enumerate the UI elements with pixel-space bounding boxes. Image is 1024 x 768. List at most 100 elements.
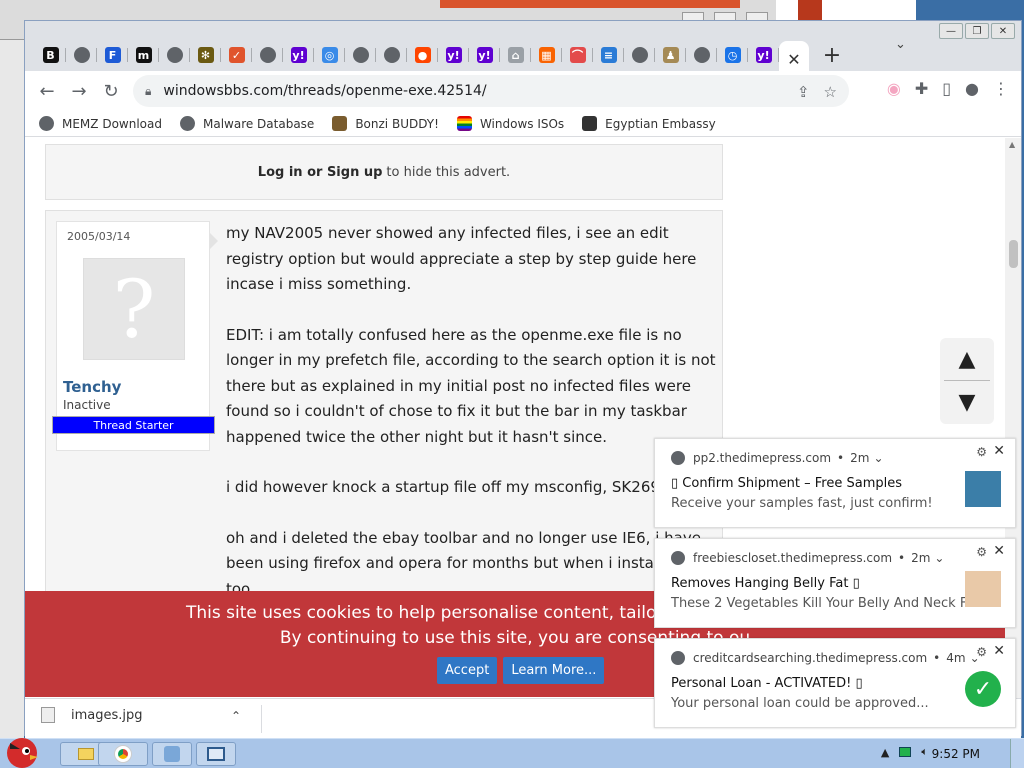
- download-item[interactable]: images.jpg: [41, 707, 143, 723]
- browser-tab[interactable]: ●: [407, 41, 438, 69]
- bookmark-star-icon[interactable]: ☆: [824, 83, 837, 101]
- userbox-arrow: [210, 233, 218, 249]
- extension-flag-icon[interactable]: ◉: [887, 79, 901, 98]
- reload-button[interactable]: ↻: [95, 75, 127, 107]
- browser-tab[interactable]: ◎: [314, 41, 345, 69]
- profile-avatar-icon[interactable]: ●: [965, 79, 979, 98]
- browser-tab[interactable]: [376, 41, 407, 69]
- tray-expand-icon[interactable]: ▲: [881, 746, 889, 759]
- gear-icon[interactable]: ⚙: [976, 445, 987, 459]
- avatar[interactable]: ?: [83, 258, 185, 360]
- globe-icon: [73, 47, 90, 63]
- scrollbar-thumb[interactable]: [1009, 240, 1018, 268]
- bookmark-item[interactable]: Egyptian Embassy: [582, 116, 716, 131]
- notification-source: pp2.thedimepress.com • 2m ⌄: [671, 451, 884, 465]
- push-notification[interactable]: creditcardsearching.thedimepress.com • 4m ⌄…: [654, 638, 1016, 728]
- forward-button[interactable]: →: [63, 75, 95, 107]
- browser-tab[interactable]: ✻: [190, 41, 221, 69]
- bookmark-label[interactable]: Malware Database: [203, 117, 314, 131]
- show-desktop-button[interactable]: [1010, 739, 1024, 768]
- gear-icon[interactable]: ⚙: [976, 545, 987, 559]
- taskbar-clock[interactable]: 9:52 PM: [932, 747, 980, 761]
- omnibox-actions: ⇪ ☆: [797, 83, 837, 101]
- browser-tab[interactable]: ≡: [593, 41, 624, 69]
- browser-tab[interactable]: ♟: [655, 41, 686, 69]
- gear-icon[interactable]: ⚙: [976, 645, 987, 659]
- chevron-up-icon[interactable]: ⌃: [231, 709, 241, 723]
- browser-tab[interactable]: B: [35, 41, 66, 69]
- extensions-puzzle-icon[interactable]: ✚: [915, 79, 928, 98]
- address-bar[interactable]: 🔒︎ windowsbbs.com/threads/openme-exe.425…: [133, 75, 849, 107]
- browser-tab[interactable]: ✓: [221, 41, 252, 69]
- browser-tab[interactable]: m: [128, 41, 159, 69]
- battery-icon[interactable]: [899, 747, 912, 757]
- close-icon[interactable]: ✕: [993, 543, 1005, 559]
- scroll-up-icon[interactable]: ▲: [1009, 140, 1015, 149]
- bookmark-label[interactable]: Bonzi BUDDY!: [355, 117, 439, 131]
- share-icon[interactable]: ⇪: [797, 83, 810, 101]
- tab-close-icon[interactable]: ✕: [787, 50, 800, 69]
- chevron-down-icon[interactable]: ⌄: [934, 551, 944, 565]
- browser-tab[interactable]: ⌒: [562, 41, 593, 69]
- accept-button[interactable]: Accept: [437, 657, 498, 684]
- browser-tab[interactable]: y!: [748, 41, 779, 69]
- tab-search-chevron-icon[interactable]: ⌄: [895, 37, 906, 52]
- volume-icon[interactable]: 🔈︎: [921, 745, 928, 759]
- chevron-down-icon[interactable]: ⌄: [873, 451, 883, 465]
- browser-tab[interactable]: [624, 41, 655, 69]
- browser-tab[interactable]: [686, 41, 717, 69]
- bookmark-item[interactable]: Malware Database: [179, 116, 314, 131]
- close-icon[interactable]: ✕: [993, 643, 1005, 659]
- browser-tab[interactable]: ▦: [531, 41, 562, 69]
- bookmark-label[interactable]: MEMZ Download: [62, 117, 162, 131]
- maximize-icon[interactable]: ❐: [965, 23, 989, 39]
- minimize-icon[interactable]: —: [939, 23, 963, 39]
- bookmark-label[interactable]: Windows ISOs: [480, 117, 564, 131]
- browser-tab[interactable]: [66, 41, 97, 69]
- close-icon[interactable]: ✕: [993, 443, 1005, 459]
- bookmark-label[interactable]: Egyptian Embassy: [605, 117, 716, 131]
- taskbar-window-button[interactable]: [196, 742, 236, 766]
- browser-tab[interactable]: F: [97, 41, 128, 69]
- browser-tab[interactable]: [252, 41, 283, 69]
- notification-body: These 2 Vegetables Kill Your Belly And N…: [671, 596, 996, 611]
- check-icon: ✓: [228, 47, 245, 63]
- home-icon: ⌂: [507, 47, 524, 63]
- chrome-icon: [671, 551, 685, 565]
- close-icon[interactable]: ✕: [991, 23, 1015, 39]
- angry-bird-start-icon[interactable]: [2, 733, 42, 768]
- globe-icon: [259, 47, 276, 63]
- browser-tab[interactable]: ◷: [717, 41, 748, 69]
- notification-site: freebiescloset.thedimepress.com: [693, 551, 893, 565]
- username-link[interactable]: Tenchy: [63, 378, 121, 396]
- browser-tab[interactable]: y!: [469, 41, 500, 69]
- login-signup-link[interactable]: Log in or Sign up: [258, 165, 383, 180]
- push-notification[interactable]: pp2.thedimepress.com • 2m ⌄ ▯ Confirm Shipme…: [654, 438, 1016, 528]
- learn-more-button[interactable]: Learn More...: [503, 657, 605, 684]
- browser-tab[interactable]: [159, 41, 190, 69]
- browser-tab[interactable]: y!: [438, 41, 469, 69]
- scroll-down-arrow-icon[interactable]: ▼: [940, 381, 994, 424]
- menu-kebab-icon[interactable]: ⋮: [993, 79, 1009, 98]
- taskbar-chrome-button[interactable]: [98, 742, 148, 766]
- notification-source: creditcardsearching.thedimepress.com • 4m ⌄: [671, 651, 980, 665]
- browser-tab[interactable]: ⌂: [500, 41, 531, 69]
- bookmark-item[interactable]: MEMZ Download: [39, 116, 162, 131]
- browser-tab[interactable]: [345, 41, 376, 69]
- f-icon: F: [104, 47, 121, 63]
- post-date: 2005/03/14: [67, 230, 131, 243]
- scroll-up-arrow-icon[interactable]: ▲: [940, 338, 994, 381]
- bookmark-item[interactable]: Bonzi BUDDY!: [332, 116, 439, 131]
- bookmark-item[interactable]: Windows ISOs: [456, 116, 564, 131]
- download-filename[interactable]: images.jpg: [71, 708, 143, 723]
- browser-tab[interactable]: y!: [283, 41, 314, 69]
- url-text[interactable]: windowsbbs.com/threads/openme-exe.42514/: [163, 83, 486, 99]
- taskbar-app-button[interactable]: [152, 742, 192, 766]
- new-tab-button[interactable]: +: [817, 41, 847, 69]
- side-panel-icon[interactable]: ▯: [942, 79, 951, 98]
- back-button[interactable]: ←: [31, 75, 63, 107]
- globe-icon: [39, 116, 54, 131]
- reddit-icon: ●: [414, 47, 431, 63]
- lock-icon[interactable]: 🔒︎: [145, 84, 151, 99]
- push-notification[interactable]: freebiescloset.thedimepress.com • 2m ⌄ Remov…: [654, 538, 1016, 628]
